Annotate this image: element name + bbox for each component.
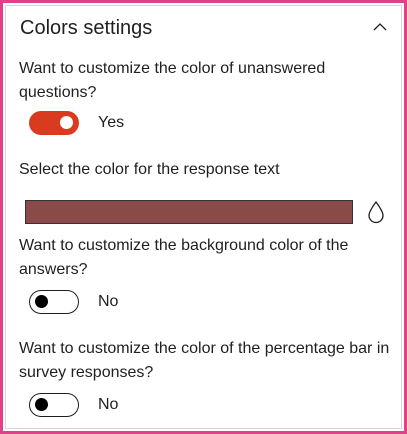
unanswered-color-label: Want to customize the color of unanswere…: [19, 60, 326, 101]
chevron-up-icon[interactable]: [368, 15, 392, 39]
response-text-color-label: Select the color for the response text: [19, 161, 280, 178]
panel-header[interactable]: Colors settings: [20, 13, 392, 45]
toggle-knob: [35, 295, 48, 308]
droplet-icon[interactable]: [363, 198, 389, 226]
background-color-toggle-text: No: [98, 293, 119, 310]
colors-settings-panel: Colors settings Want to customize the co…: [5, 5, 402, 429]
percentage-bar-color-toggle-text: No: [98, 396, 119, 413]
background-color-toggle-row: No: [29, 290, 229, 314]
toggle-knob: [35, 398, 48, 411]
unanswered-color-toggle-text: Yes: [98, 114, 125, 131]
percentage-bar-color-label: Want to customize the color of the perce…: [19, 340, 390, 381]
response-text-color-swatch[interactable]: [25, 200, 353, 224]
background-color-toggle[interactable]: [29, 290, 79, 314]
toggle-knob: [60, 116, 73, 129]
background-color-label: Want to customize the background color o…: [19, 237, 349, 278]
unanswered-color-toggle[interactable]: [29, 111, 79, 135]
unanswered-color-toggle-row: Yes: [29, 111, 229, 135]
panel-title: Colors settings: [20, 17, 153, 39]
percentage-bar-color-toggle[interactable]: [29, 393, 79, 417]
percentage-bar-color-toggle-row: No: [29, 393, 229, 417]
